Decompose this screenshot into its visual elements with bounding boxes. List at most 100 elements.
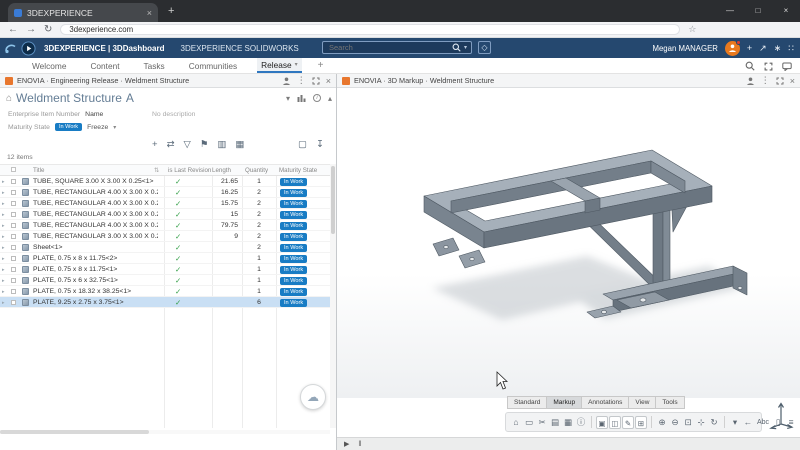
columns-icon[interactable]: ▥ (217, 138, 226, 152)
add-icon[interactable]: + (152, 138, 158, 152)
zoom-fit-icon[interactable]: ⊡ (682, 416, 694, 429)
close-icon[interactable]: × (772, 0, 800, 22)
row-checkbox[interactable] (11, 300, 16, 305)
forward-icon[interactable]: → (26, 24, 36, 35)
view-tab-tools[interactable]: Tools (656, 396, 684, 409)
col-length[interactable]: Length (212, 167, 231, 174)
chevron-down-icon[interactable]: ▾ (286, 94, 290, 103)
home-icon[interactable]: ⌂ (510, 416, 522, 429)
row-checkbox[interactable] (11, 190, 16, 195)
zoom-in-icon[interactable]: ⊕ (656, 416, 668, 429)
minimize-icon[interactable]: — (716, 0, 744, 22)
row-checkbox[interactable] (11, 223, 16, 228)
table-row[interactable]: ▸PLATE, 0.75 x 8 x 11.75<1>✓1In Work (0, 264, 330, 275)
fullscreen-icon[interactable]: ▢ (298, 138, 307, 152)
row-expander-icon[interactable]: ▸ (2, 245, 5, 251)
new-tab-icon[interactable]: + (168, 5, 174, 17)
row-expander-icon[interactable]: ▸ (2, 201, 5, 207)
col-quantity[interactable]: Quantity (245, 167, 268, 174)
view-tab-markup[interactable]: Markup (547, 396, 582, 409)
table-row[interactable]: ▸TUBE, RECTANGULAR 4.00 X 3.00 X 0.25<5>… (0, 198, 330, 209)
row-expander-icon[interactable]: ▸ (2, 289, 5, 295)
swym-icon[interactable]: ∗ (774, 43, 782, 54)
vertical-scrollbar[interactable] (330, 164, 336, 428)
table-row[interactable]: ▸PLATE, 0.75 x 18.32 x 38.25<1>✓1In Work (0, 286, 330, 297)
url-field[interactable]: 3dexperience.com (60, 24, 680, 35)
table-row[interactable]: ▸TUBE, RECTANGULAR 4.00 X 3.00 X 0.25<7>… (0, 187, 330, 198)
select-all-checkbox[interactable] (11, 167, 16, 172)
refresh-icon[interactable]: ↻ (44, 24, 52, 35)
row-expander-icon[interactable]: ▸ (2, 179, 5, 185)
horizontal-scrollbar[interactable] (0, 430, 330, 434)
search-options-chevron-icon[interactable]: ▾ (464, 44, 467, 51)
export-icon[interactable]: ↧ (316, 138, 324, 152)
scrollbar-thumb[interactable] (331, 166, 335, 234)
search-box[interactable]: ▾ (322, 41, 472, 54)
add-tab-icon[interactable]: + (318, 60, 324, 71)
search-icon[interactable] (452, 43, 461, 52)
rotate-icon[interactable]: ↻ (708, 416, 720, 429)
markup-pen-icon[interactable]: ✎ (622, 416, 634, 429)
browser-tab[interactable]: 3DEXPERIENCE × (8, 3, 158, 22)
row-expander-icon[interactable]: ▸ (2, 212, 5, 218)
row-checkbox[interactable] (11, 289, 16, 294)
compare-icon[interactable]: ⇄ (167, 138, 175, 152)
row-expander-icon[interactable]: ▸ (2, 267, 5, 273)
copy-icon[interactable]: ▤ (549, 416, 561, 429)
col-title[interactable]: Title (33, 167, 44, 174)
row-expander-icon[interactable]: ▸ (2, 190, 5, 196)
table-row[interactable]: ▸PLATE, 9.25 x 2.75 x 3.75<1>✓6In Work (0, 297, 330, 308)
user-name[interactable]: Megan MANAGER (652, 44, 717, 53)
select-icon[interactable]: ▭ (523, 416, 535, 429)
close-panel-icon[interactable]: × (790, 76, 795, 86)
view-tab-view[interactable]: View (629, 396, 656, 409)
table-row[interactable]: ▸TUBE, RECTANGULAR 3.00 X 3.00 X 0.25<10… (0, 231, 330, 242)
grid-icon[interactable]: ▦ (235, 138, 244, 152)
pan-icon[interactable]: ⊹ (695, 416, 707, 429)
info-icon[interactable]: i (313, 94, 321, 102)
play-icon[interactable]: ▶ (344, 440, 349, 448)
sort-icon[interactable]: ⇅ (154, 167, 159, 174)
tab-welcome[interactable]: Welcome (28, 58, 70, 73)
row-expander-icon[interactable]: ▸ (2, 278, 5, 284)
expand-icon[interactable] (776, 77, 784, 85)
row-expander-icon[interactable]: ▸ (2, 300, 5, 306)
table-row[interactable]: ▸PLATE, 0.75 x 6 x 32.75<1>✓1In Work (0, 275, 330, 286)
row-checkbox[interactable] (11, 267, 16, 272)
home-icon[interactable]: ⌂ (6, 93, 12, 104)
col-last-revision[interactable]: is Last Revision (168, 167, 211, 174)
search-icon[interactable] (745, 61, 755, 71)
more-icon[interactable]: ⋮ (761, 75, 770, 86)
chat-icon[interactable] (782, 62, 792, 71)
tag-icon[interactable]: ⚑ (200, 138, 209, 152)
row-checkbox[interactable] (11, 212, 16, 217)
close-panel-icon[interactable]: × (326, 76, 331, 86)
tab-communities[interactable]: Communities (185, 58, 241, 73)
avatar[interactable] (725, 41, 740, 56)
screenshot-icon[interactable]: ▣ (596, 416, 608, 429)
row-checkbox[interactable] (11, 234, 16, 239)
row-expander-icon[interactable]: ▸ (2, 223, 5, 229)
tab-content[interactable]: Content (86, 58, 123, 73)
info-icon[interactable]: ⓘ (575, 416, 587, 429)
more-icon[interactable]: ⋮ (297, 75, 306, 86)
tab-release[interactable]: Release▾ (257, 58, 301, 73)
row-checkbox[interactable] (11, 245, 16, 250)
fullscreen-icon[interactable] (764, 62, 773, 71)
filter-icon[interactable]: ▽ (184, 138, 191, 152)
table-row[interactable]: ▸TUBE, RECTANGULAR 4.00 X 3.00 X 0.25<2>… (0, 209, 330, 220)
add-icon[interactable]: + (747, 43, 752, 53)
row-checkbox[interactable] (11, 201, 16, 206)
table-row[interactable]: ▸TUBE, RECTANGULAR 4.00 X 3.00 X 0.25<4>… (0, 220, 330, 231)
row-checkbox[interactable] (11, 278, 16, 283)
table-row[interactable]: ▸PLATE, 0.75 x 8 x 11.75<2>✓1In Work (0, 253, 330, 264)
col-maturity-state[interactable]: Maturity State (279, 167, 317, 174)
freeze-button[interactable]: Freeze (87, 124, 108, 131)
row-expander-icon[interactable]: ▸ (2, 256, 5, 262)
tab-close-icon[interactable]: × (147, 8, 152, 18)
maximize-icon[interactable]: □ (744, 0, 772, 22)
row-expander-icon[interactable]: ▸ (2, 234, 5, 240)
bookmark-star-icon[interactable]: ☆ (688, 24, 696, 35)
pause-icon[interactable]: ‖ (358, 441, 361, 448)
cut-icon[interactable]: ✂ (536, 416, 548, 429)
